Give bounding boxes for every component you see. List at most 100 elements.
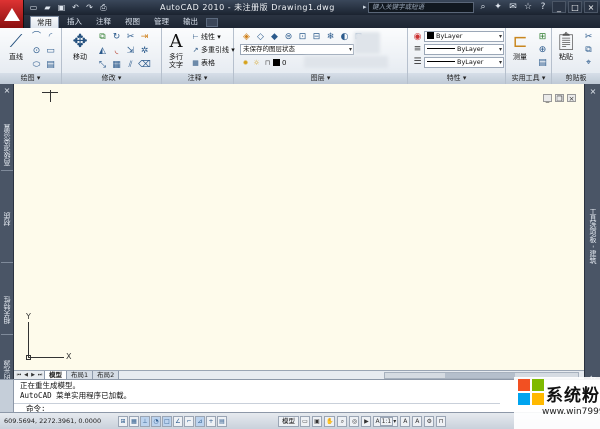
sun-icon[interactable]: ☼ <box>251 57 262 69</box>
copy-icon[interactable]: ⧉ <box>96 31 109 44</box>
maximize-button[interactable]: □ <box>568 1 582 13</box>
quick-calc-icon[interactable]: ⊞ <box>536 31 549 44</box>
command-window-grip[interactable] <box>0 380 14 413</box>
tab-insert[interactable]: 插入 <box>61 16 88 28</box>
palette-close-icon[interactable]: × <box>588 87 598 97</box>
ellipse-icon[interactable]: ⬭ <box>30 59 43 72</box>
copy-clip-icon[interactable]: ⧉ <box>582 44 595 57</box>
annotation-visibility-icon[interactable]: A <box>400 416 411 427</box>
prev-layout-icon[interactable]: ◀ <box>23 371 29 379</box>
circle-icon[interactable]: ⊙ <box>30 45 43 58</box>
linetype-combo[interactable]: ByLayer ▾ <box>424 57 504 68</box>
modify-panel-label[interactable]: 修改 ▾ <box>62 73 161 84</box>
utilities-panel-label[interactable]: 实用工具 ▾ <box>506 73 551 84</box>
layer-match-icon[interactable]: ⊜ <box>282 31 295 44</box>
quick-view-layouts-icon[interactable]: ▭ <box>300 416 310 427</box>
color-combo[interactable]: ByLayer ▾ <box>424 31 504 42</box>
coordinate-readout[interactable]: 609.5694, 2272.3961, 0.0000 <box>4 416 101 427</box>
multileader-button[interactable]: ↗ 多重引线 ▾ <box>190 44 235 56</box>
table-button[interactable]: ▦ 表格 <box>190 57 215 69</box>
palette-tool-palettes-architecture[interactable]: 工具选项板 - 建筑 <box>588 208 598 288</box>
fillet-icon[interactable]: ◟ <box>110 45 123 58</box>
rotate-icon[interactable]: ↻ <box>110 31 123 44</box>
cut-icon[interactable]: ✂ <box>582 31 595 44</box>
redo-icon[interactable]: ↷ <box>84 2 95 13</box>
open-icon[interactable]: ▰ <box>42 2 53 13</box>
palette-materials[interactable]: 材质 <box>2 190 12 226</box>
mirror-icon[interactable]: ◭ <box>96 45 109 58</box>
scale-icon[interactable]: ⤡ <box>96 59 109 72</box>
polyline-icon[interactable]: ⌒ <box>30 31 43 44</box>
explode-icon[interactable]: ✲ <box>138 45 151 58</box>
mtext-tool-button[interactable]: A 多行 文字 <box>164 31 188 69</box>
grid-toggle-icon[interactable]: ▦ <box>129 416 139 427</box>
tab-home[interactable]: 常用 <box>30 16 59 28</box>
calculator-icon[interactable]: ▤ <box>536 57 549 70</box>
save-icon[interactable]: ▣ <box>56 2 67 13</box>
move-tool-button[interactable]: ✥ 移动 <box>66 31 94 61</box>
layer-freeze-icon[interactable]: ❄ <box>324 31 337 44</box>
extend-icon[interactable]: ⇥ <box>138 31 151 44</box>
dyn-toggle-icon[interactable]: ⊿ <box>195 416 205 427</box>
close-button[interactable]: × <box>584 1 598 13</box>
polar-toggle-icon[interactable]: ◔ <box>151 416 161 427</box>
favorites-icon[interactable]: ☆ <box>523 1 533 13</box>
pan-icon[interactable]: ✋ <box>324 416 336 427</box>
properties-panel-label[interactable]: 特性 ▾ <box>408 73 505 84</box>
new-icon[interactable]: ▭ <box>28 2 39 13</box>
lock-ui-icon[interactable]: ⊓ <box>436 416 447 427</box>
palette-close-icon[interactable]: × <box>2 86 12 96</box>
annotation-scale-button[interactable]: A 1:1 ▾ <box>373 416 399 427</box>
application-menu-button[interactable] <box>0 0 24 28</box>
model-space-button[interactable]: 模型 <box>278 416 299 427</box>
quick-view-drawings-icon[interactable]: ▣ <box>312 416 322 427</box>
line-tool-button[interactable]: ⟋ 直线 <box>2 31 30 61</box>
tab-view[interactable]: 视图 <box>119 16 146 28</box>
layer-state-icon[interactable]: ◇ <box>254 31 267 44</box>
tab-annotate[interactable]: 注释 <box>90 16 117 28</box>
scrollbar-thumb[interactable] <box>445 373 515 378</box>
drawing-canvas[interactable]: _ ❐ × Y X <box>14 84 584 370</box>
zoom-icon[interactable]: ⌕ <box>337 416 348 427</box>
palette-related-properties[interactable]: 相关特性 <box>2 272 12 324</box>
layer-previous-icon[interactable]: ◆ <box>268 31 281 44</box>
lightbulb-icon[interactable]: ✹ <box>240 57 251 69</box>
steering-wheel-icon[interactable]: ◎ <box>349 416 360 427</box>
erase-icon[interactable]: ⌫ <box>138 59 151 72</box>
undo-icon[interactable]: ↶ <box>70 2 81 13</box>
draw-panel-label[interactable]: 绘图 ▾ <box>0 73 61 84</box>
trim-icon[interactable]: ✂ <box>124 31 137 44</box>
layer-properties-icon[interactable]: ◈ <box>240 31 253 44</box>
linear-dimension-button[interactable]: ⊢ 线性 ▾ <box>190 31 220 43</box>
tab-output[interactable]: 输出 <box>177 16 204 28</box>
padlock-icon[interactable]: ⊓ <box>262 57 273 69</box>
id-point-icon[interactable]: ⊕ <box>536 44 549 57</box>
stretch-icon[interactable]: ⇲ <box>124 45 137 58</box>
paste-tool-button[interactable]: 📋︎ 粘贴 <box>554 31 578 61</box>
last-layout-icon[interactable]: ⏭ <box>37 371 43 379</box>
help-icon[interactable]: ? <box>538 1 548 13</box>
snap-toggle-icon[interactable]: ⊞ <box>118 416 128 427</box>
viewport-close-button[interactable]: × <box>567 94 576 103</box>
minimize-button[interactable]: _ <box>552 1 566 13</box>
layer-unisolate-icon[interactable]: ⊟ <box>310 31 323 44</box>
tab-manage[interactable]: 管理 <box>148 16 175 28</box>
array-icon[interactable]: ▦ <box>110 59 123 72</box>
showmotion-icon[interactable]: ▶ <box>361 416 372 427</box>
palette-advanced-render[interactable]: 高级渲染设置 <box>2 100 12 166</box>
search-input[interactable]: 键入关键字或短语 <box>368 2 474 13</box>
annotation-panel-label[interactable]: 注释 ▾ <box>162 73 233 84</box>
next-layout-icon[interactable]: ▶ <box>30 371 36 379</box>
viewport-minimize-button[interactable]: _ <box>543 94 552 103</box>
otrack-toggle-icon[interactable]: ∠ <box>173 416 183 427</box>
viewport-restore-button[interactable]: ❐ <box>555 94 564 103</box>
print-icon[interactable]: ⎙ <box>98 2 109 13</box>
communication-icon[interactable]: ✉ <box>508 1 518 13</box>
auto-scale-icon[interactable]: A <box>412 416 423 427</box>
hatch-icon[interactable]: ▤ <box>44 59 57 72</box>
rectangle-icon[interactable]: ▭ <box>44 45 57 58</box>
layer-off-icon[interactable]: ◐ <box>338 31 351 44</box>
binoculars-icon[interactable]: ⌕ <box>478 1 488 13</box>
first-layout-icon[interactable]: ⏮ <box>16 371 22 379</box>
ducs-toggle-icon[interactable]: ⌐ <box>184 416 194 427</box>
